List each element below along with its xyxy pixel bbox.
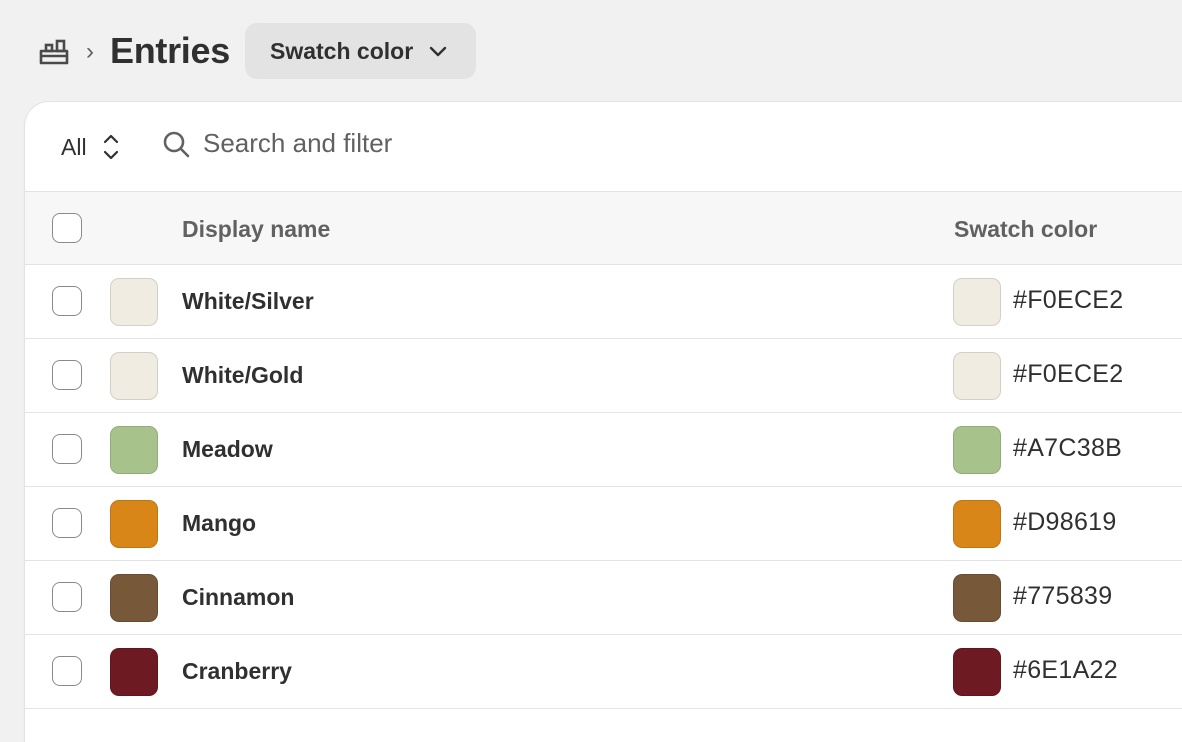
row-swatch-hex: #F0ECE2 [1013, 360, 1124, 388]
column-header-display-name[interactable]: Display name [182, 216, 330, 243]
row-display-name: White/Silver [182, 288, 314, 314]
row-swatch-thumbnail [110, 426, 158, 474]
view-select[interactable]: All [61, 132, 121, 162]
row-display-name: Cinnamon [182, 584, 295, 610]
page-title: Entries [110, 30, 230, 71]
definition-button-label: Swatch color [270, 37, 414, 64]
row-swatch-hex: #F0ECE2 [1013, 286, 1124, 314]
row-swatch-color-chip [953, 352, 1001, 400]
entries-card: All Display name Swatch color White/Silv… [25, 102, 1182, 742]
search-icon [163, 131, 190, 157]
row-checkbox[interactable] [52, 434, 82, 464]
metaobject-icon[interactable] [38, 37, 70, 67]
row-swatch-thumbnail [110, 278, 158, 326]
row-swatch-thumbnail [110, 500, 158, 548]
row-display-name: Mango [182, 510, 257, 536]
page-header: › Entries Swatch color [0, 0, 1182, 102]
row-checkbox[interactable] [52, 508, 82, 538]
search-field[interactable] [161, 128, 803, 159]
row-display-name: Cranberry [182, 658, 292, 684]
filter-bar: All [25, 102, 1182, 192]
row-swatch-hex: #6E1A22 [1013, 656, 1118, 684]
chevron-down-icon [429, 46, 447, 57]
definition-dropdown-button[interactable]: Swatch color [245, 23, 476, 79]
row-checkbox[interactable] [52, 360, 82, 390]
table-header: Display name Swatch color [25, 192, 1182, 265]
row-swatch-color-chip [953, 278, 1001, 326]
row-swatch-color-chip [953, 648, 1001, 696]
table-row[interactable]: Mango #D98619 [25, 487, 1182, 561]
sort-arrows-icon [103, 134, 118, 160]
row-swatch-color-chip [953, 574, 1001, 622]
row-swatch-hex: #775839 [1013, 582, 1113, 610]
row-swatch-hex: #A7C38B [1013, 434, 1123, 462]
row-display-name: White/Gold [182, 362, 304, 388]
search-input[interactable] [203, 128, 803, 159]
row-swatch-color-chip [953, 426, 1001, 474]
row-swatch-hex: #D98619 [1013, 508, 1117, 536]
row-swatch-thumbnail [110, 574, 158, 622]
select-all-checkbox[interactable] [52, 213, 82, 243]
row-checkbox[interactable] [52, 286, 82, 316]
row-swatch-color-chip [953, 500, 1001, 548]
row-checkbox[interactable] [52, 656, 82, 686]
row-swatch-thumbnail [110, 352, 158, 400]
row-swatch-thumbnail [110, 648, 158, 696]
table-row[interactable]: Cinnamon #775839 [25, 561, 1182, 635]
view-select-label: All [61, 133, 87, 160]
row-display-name: Meadow [182, 436, 273, 462]
column-header-swatch-color[interactable]: Swatch color [954, 216, 1097, 243]
table-row[interactable]: White/Gold #F0ECE2 [25, 339, 1182, 413]
row-checkbox[interactable] [52, 582, 82, 612]
table-row[interactable]: Cranberry #6E1A22 [25, 635, 1182, 709]
table-row[interactable]: White/Silver #F0ECE2 [25, 265, 1182, 339]
table-row[interactable]: Meadow #A7C38B [25, 413, 1182, 487]
breadcrumb-separator: › [86, 38, 94, 65]
